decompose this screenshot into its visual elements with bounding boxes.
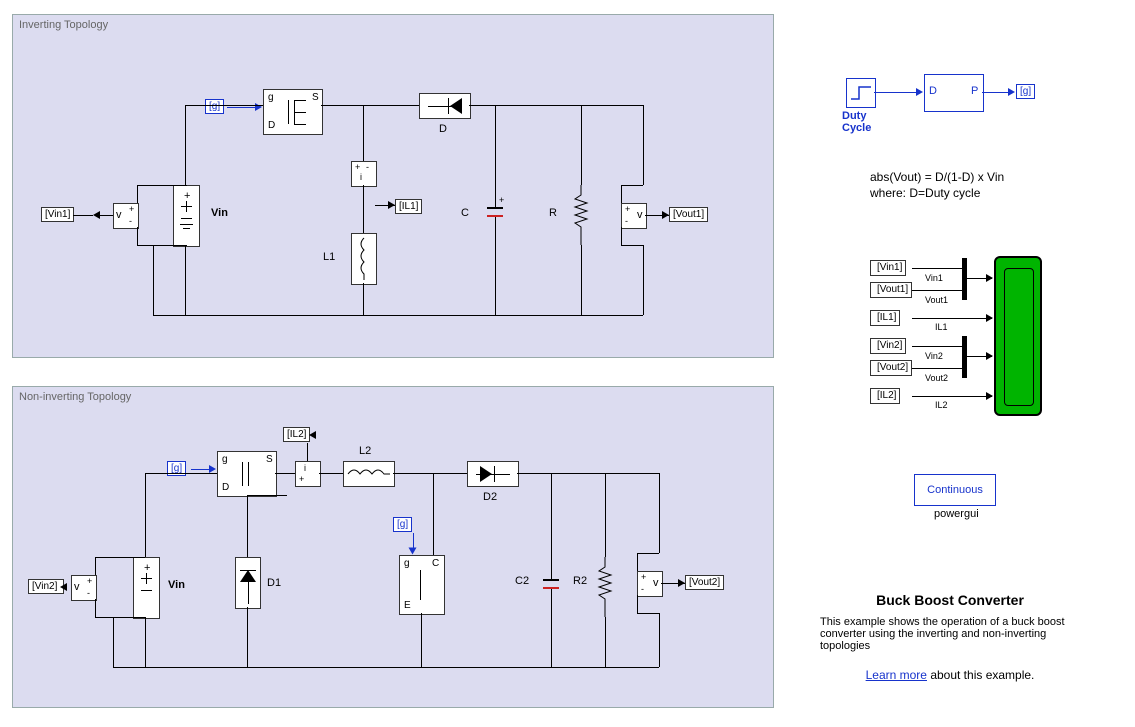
powergui-label: powergui: [934, 508, 979, 520]
vin2-goto-tag[interactable]: [Vin2]: [28, 579, 64, 594]
scope-from-vout2[interactable]: [Vout2]: [870, 360, 912, 376]
c-capacitor-block[interactable]: +: [483, 185, 507, 245]
sig4-label: Vin2: [925, 351, 943, 361]
footer-link-line: Learn more about this example.: [820, 668, 1080, 682]
l1-label: L1: [323, 251, 335, 263]
vin2-voltmeter[interactable]: v + -: [71, 575, 97, 601]
sig1-label: Vin1: [925, 273, 943, 283]
scope-from-vout1[interactable]: [Vout1]: [870, 282, 912, 298]
diode-d-block[interactable]: [419, 93, 471, 119]
vout2-voltmeter[interactable]: + - v: [637, 571, 663, 597]
scope-from-vin1[interactable]: [Vin1]: [870, 260, 906, 276]
sig3-label: IL1: [935, 322, 948, 332]
scope-from-il2[interactable]: [IL2]: [870, 388, 900, 404]
r2-resistor-block[interactable]: [593, 557, 617, 617]
vin1-goto-tag[interactable]: [Vin1]: [41, 207, 74, 222]
equation-line1: abs(Vout) = D/(1-D) x Vin: [870, 170, 1004, 184]
vin-label: Vin: [211, 207, 228, 219]
learn-more-link[interactable]: Learn more: [866, 668, 927, 682]
vin-source-block[interactable]: +: [173, 185, 200, 247]
duty-label: Duty Cycle: [842, 110, 871, 134]
d2-label: D2: [483, 491, 497, 503]
il2-goto-tag[interactable]: [IL2]: [283, 427, 310, 442]
switch1-block[interactable]: g D S: [217, 451, 277, 497]
l1-inductor-block[interactable]: [351, 233, 377, 285]
il1-current-sensor[interactable]: + - i: [351, 161, 377, 187]
equation-line2: where: D=Duty cycle: [870, 186, 980, 200]
vin-voltmeter[interactable]: v + -: [113, 203, 139, 229]
mosfet-block[interactable]: g D S: [263, 89, 323, 135]
noninverting-topology-panel: Non-inverting Topology + Vin v + - [Vin2…: [12, 386, 774, 708]
inverting-panel-title: Inverting Topology: [19, 19, 108, 31]
vin2-label: Vin: [168, 579, 185, 591]
scope-block[interactable]: [994, 256, 1042, 416]
c2-label: C2: [515, 575, 529, 587]
switch2-igbt-block[interactable]: g C E: [399, 555, 445, 615]
footer-title: Buck Boost Converter: [820, 592, 1080, 608]
l2-label: L2: [359, 445, 371, 457]
sig5-label: Vout2: [925, 373, 948, 383]
r2-label: R2: [573, 575, 587, 587]
l2-inductor-block[interactable]: [343, 461, 395, 487]
vout1-voltmeter[interactable]: + - v: [621, 203, 647, 229]
g-from-tag-inverting[interactable]: [g]: [205, 99, 224, 114]
r-resistor-block[interactable]: [569, 185, 593, 245]
d1-label: D1: [267, 577, 281, 589]
duty-dp-block[interactable]: D P: [924, 74, 984, 112]
inverting-topology-panel: Inverting Topology + Vin v + - [Vin1] [g…: [12, 14, 774, 358]
scope-from-vin2[interactable]: [Vin2]: [870, 338, 906, 354]
c-label: C: [461, 207, 469, 219]
g-from-tag-noninv-2[interactable]: [g]: [393, 517, 412, 532]
noninverting-panel-title: Non-inverting Topology: [19, 391, 131, 403]
g-goto-tag[interactable]: [g]: [1016, 84, 1035, 99]
vout1-goto-tag[interactable]: [Vout1]: [669, 207, 708, 222]
il2-current-sensor[interactable]: + i: [295, 461, 321, 487]
mux1[interactable]: [962, 258, 967, 300]
il1-goto-tag[interactable]: [IL1]: [395, 199, 422, 214]
sig6-label: IL2: [935, 400, 948, 410]
d1-diode-block[interactable]: [235, 557, 261, 609]
sig2-label: Vout1: [925, 295, 948, 305]
duty-step-block[interactable]: [846, 78, 876, 108]
diode-d-label: D: [439, 123, 447, 135]
vin2-source-block[interactable]: +: [133, 557, 160, 619]
r-label: R: [549, 207, 557, 219]
scope-from-il1[interactable]: [IL1]: [870, 310, 900, 326]
c2-capacitor-block[interactable]: [539, 557, 563, 617]
footer-desc: This example shows the operation of a bu…: [820, 616, 1080, 652]
vout2-goto-tag[interactable]: [Vout2]: [685, 575, 724, 590]
d2-diode-block[interactable]: [467, 461, 519, 487]
mux2[interactable]: [962, 336, 967, 378]
powergui-block[interactable]: Continuous: [914, 474, 996, 506]
